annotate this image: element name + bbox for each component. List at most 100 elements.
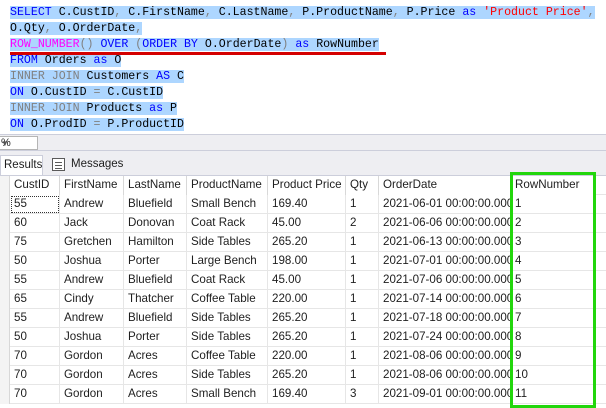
cell-custid[interactable]: 60 (10, 214, 60, 233)
cell-productname[interactable]: Large Bench (187, 252, 268, 271)
cell-orderdate[interactable]: 2021-08-06 00:00:00.000 (379, 347, 511, 366)
cell-orderdate[interactable]: 2021-07-06 00:00:00.000 (379, 271, 511, 290)
cell-lastname[interactable]: Porter (124, 328, 187, 347)
cell-product-price[interactable]: 265.20 (268, 366, 346, 385)
column-header-custid[interactable]: CustID (10, 176, 60, 195)
cell-product-price[interactable]: 45.00 (268, 214, 346, 233)
cell-lastname[interactable]: Acres (124, 347, 187, 366)
cell-lastname[interactable]: Thatcher (124, 290, 187, 309)
cell-firstname[interactable]: Gordon (60, 366, 124, 385)
cell-custid[interactable]: 50 (10, 252, 60, 271)
cell-qty[interactable]: 2 (346, 214, 379, 233)
cell-product-price[interactable]: 45.00 (268, 271, 346, 290)
cell-custid[interactable]: 55 (10, 271, 60, 290)
row-selector[interactable] (0, 252, 10, 271)
row-selector[interactable] (0, 271, 10, 290)
cell-qty[interactable]: 1 (346, 290, 379, 309)
cell-product-price[interactable]: 220.00 (268, 290, 346, 309)
cell-productname[interactable]: Side Tables (187, 366, 268, 385)
cell-firstname[interactable]: Jack (60, 214, 124, 233)
cell-lastname[interactable]: Acres (124, 385, 187, 404)
cell-productname[interactable]: Small Bench (187, 385, 268, 404)
row-selector[interactable] (0, 233, 10, 252)
cell-qty[interactable]: 1 (346, 195, 379, 214)
cell-orderdate[interactable]: 2021-08-06 00:00:00.000 (379, 366, 511, 385)
cell-custid[interactable]: 50 (10, 328, 60, 347)
sql-editor[interactable]: SELECT C.CustID, C.FirstName, C.LastName… (0, 0, 606, 134)
cell-custid[interactable]: 70 (10, 385, 60, 404)
tab-messages[interactable]: Messages (49, 155, 125, 175)
cell-orderdate[interactable]: 2021-07-18 00:00:00.000 (379, 309, 511, 328)
cell-productname[interactable]: Coat Rack (187, 214, 268, 233)
zoom-dropdown[interactable]: % ▼ (0, 136, 38, 150)
cell-lastname[interactable]: Bluefield (124, 309, 187, 328)
cell-firstname[interactable]: Gretchen (60, 233, 124, 252)
cell-custid[interactable]: 55 (10, 195, 60, 214)
cell-orderdate[interactable]: 2021-06-01 00:00:00.000 (379, 195, 511, 214)
row-selector[interactable] (0, 328, 10, 347)
cell-productname[interactable]: Coffee Table (187, 290, 268, 309)
cell-qty[interactable]: 1 (346, 328, 379, 347)
cell-firstname[interactable]: Gordon (60, 385, 124, 404)
cell-firstname[interactable]: Andrew (60, 271, 124, 290)
cell-firstname[interactable]: Gordon (60, 347, 124, 366)
code-line-6[interactable]: ON O.CustID = C.CustID (10, 85, 164, 101)
cell-custid[interactable]: 70 (10, 347, 60, 366)
cell-productname[interactable]: Side Tables (187, 233, 268, 252)
cell-productname[interactable]: Coffee Table (187, 347, 268, 366)
cell-orderdate[interactable]: 2021-06-06 00:00:00.000 (379, 214, 511, 233)
cell-orderdate[interactable]: 2021-07-24 00:00:00.000 (379, 328, 511, 347)
cell-productname[interactable]: Side Tables (187, 328, 268, 347)
cell-lastname[interactable]: Bluefield (124, 271, 187, 290)
cell-qty[interactable]: 1 (346, 271, 379, 290)
cell-product-price[interactable]: 265.20 (268, 233, 346, 252)
select-all-corner[interactable] (0, 176, 10, 195)
cell-lastname[interactable]: Porter (124, 252, 187, 271)
code-line-4[interactable]: FROM Orders as O (10, 53, 122, 69)
cell-lastname[interactable]: Hamilton (124, 233, 187, 252)
cell-productname[interactable]: Small Bench (187, 195, 268, 214)
column-header-qty[interactable]: Qty (346, 176, 379, 195)
cell-orderdate[interactable]: 2021-07-14 00:00:00.000 (379, 290, 511, 309)
chevron-down-icon[interactable]: ▼ (1, 138, 34, 150)
cell-orderdate[interactable]: 2021-06-13 00:00:00.000 (379, 233, 511, 252)
tab-results[interactable]: Results (0, 155, 43, 175)
cell-product-price[interactable]: 169.40 (268, 195, 346, 214)
row-selector[interactable] (0, 309, 10, 328)
cell-orderdate[interactable]: 2021-07-01 00:00:00.000 (379, 252, 511, 271)
cell-firstname[interactable]: Andrew (60, 309, 124, 328)
cell-firstname[interactable]: Cindy (60, 290, 124, 309)
cell-qty[interactable]: 3 (346, 385, 379, 404)
cell-product-price[interactable]: 265.20 (268, 309, 346, 328)
cell-lastname[interactable]: Bluefield (124, 195, 187, 214)
cell-qty[interactable]: 1 (346, 347, 379, 366)
row-selector[interactable] (0, 290, 10, 309)
column-header-firstname[interactable]: FirstName (60, 176, 124, 195)
cell-custid[interactable]: 55 (10, 309, 60, 328)
cell-firstname[interactable]: Joshua (60, 252, 124, 271)
cell-custid[interactable]: 65 (10, 290, 60, 309)
code-line-8[interactable]: ON O.ProdID = P.ProductID (10, 117, 184, 133)
row-selector[interactable] (0, 347, 10, 366)
code-line-2[interactable]: O.Qty, O.OrderDate, (10, 21, 143, 37)
cell-custid[interactable]: 70 (10, 366, 60, 385)
cell-qty[interactable]: 1 (346, 252, 379, 271)
cell-orderdate[interactable]: 2021-09-01 00:00:00.000 (379, 385, 511, 404)
column-header-lastname[interactable]: LastName (124, 176, 187, 195)
cell-qty[interactable]: 1 (346, 366, 379, 385)
cell-productname[interactable]: Side Tables (187, 309, 268, 328)
cell-product-price[interactable]: 198.00 (268, 252, 346, 271)
cell-firstname[interactable]: Andrew (60, 195, 124, 214)
code-line-7[interactable]: INNER JOIN Products as P (10, 101, 177, 117)
row-selector[interactable] (0, 214, 10, 233)
cell-custid[interactable]: 75 (10, 233, 60, 252)
cell-qty[interactable]: 1 (346, 309, 379, 328)
code-line-3[interactable]: ROW_NUMBER() OVER (ORDER BY O.OrderDate)… (10, 37, 379, 53)
column-header-orderdate[interactable]: OrderDate (379, 176, 511, 195)
cell-firstname[interactable]: Joshua (60, 328, 124, 347)
cell-product-price[interactable]: 220.00 (268, 347, 346, 366)
row-selector[interactable] (0, 385, 10, 404)
code-line-5[interactable]: INNER JOIN Customers AS C (10, 69, 184, 85)
cell-productname[interactable]: Coat Rack (187, 271, 268, 290)
row-selector[interactable] (0, 366, 10, 385)
